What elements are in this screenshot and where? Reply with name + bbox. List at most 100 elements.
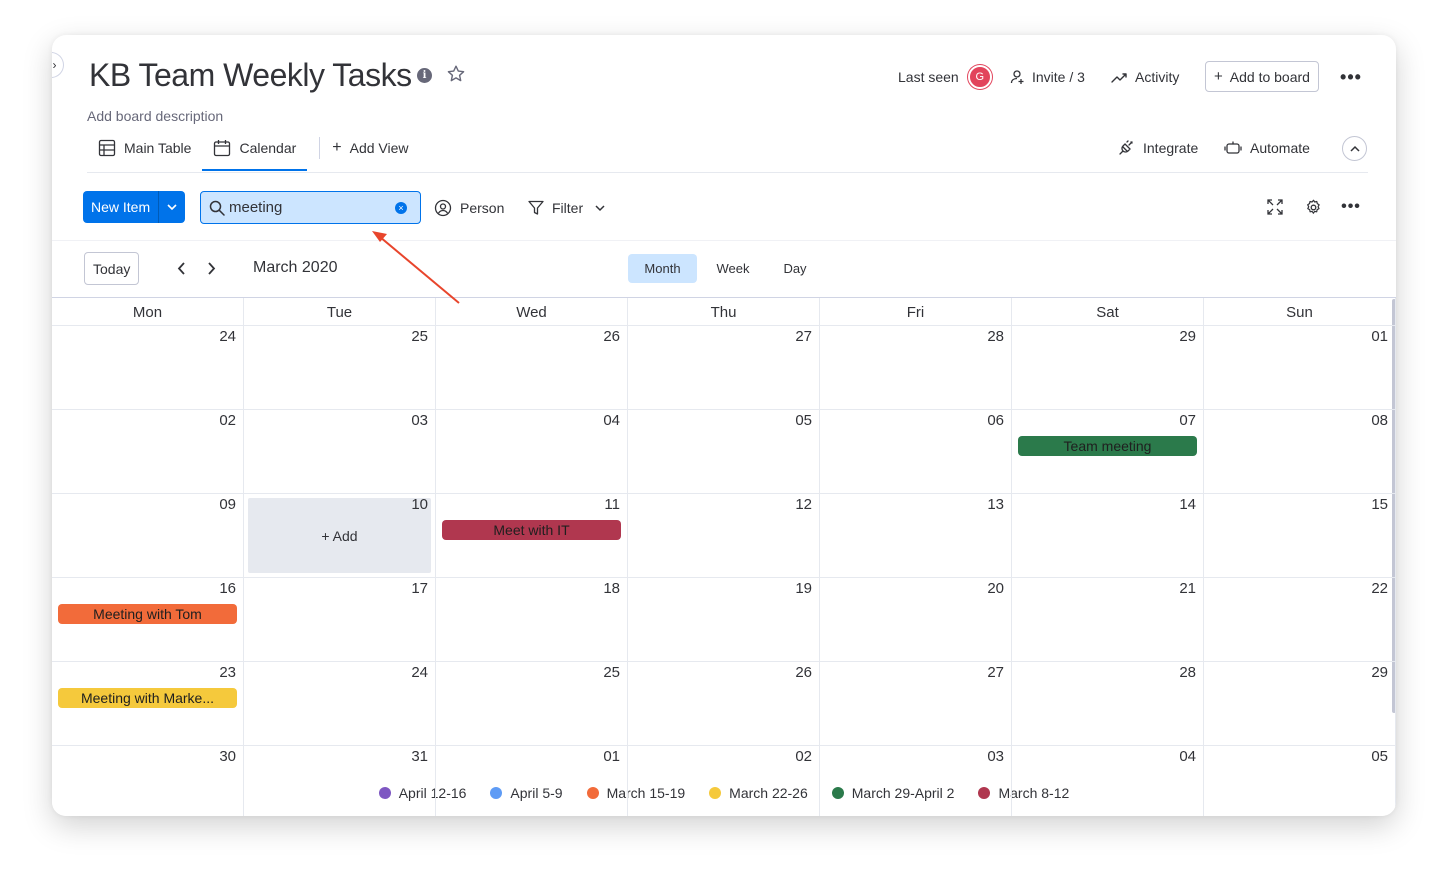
day-cell[interactable]: 18 xyxy=(436,578,628,662)
add-item-button[interactable]: + Add xyxy=(248,498,431,573)
integrate-icon xyxy=(1119,140,1133,155)
day-cell[interactable]: 01 xyxy=(436,746,628,816)
last-seen[interactable]: Last seen G xyxy=(898,61,992,93)
day-cell[interactable]: 15 xyxy=(1204,494,1396,578)
day-cell[interactable]: + Add 10 xyxy=(244,494,436,578)
day-cell[interactable]: 17 xyxy=(244,578,436,662)
new-item-button[interactable]: New Item xyxy=(83,191,186,223)
day-number: 12 xyxy=(795,496,812,513)
day-cell[interactable]: 22 xyxy=(1204,578,1396,662)
day-number: 08 xyxy=(1371,412,1388,429)
person-filter-button[interactable]: Person xyxy=(434,195,504,221)
day-cell[interactable]: 21 xyxy=(1012,578,1204,662)
weekday-header: Sat xyxy=(1012,298,1204,326)
day-cell[interactable]: 12 xyxy=(628,494,820,578)
invite-label: Invite / 3 xyxy=(1032,69,1085,85)
mode-week[interactable]: Week xyxy=(702,254,764,283)
day-cell[interactable]: 24 xyxy=(244,662,436,746)
search-field[interactable]: × xyxy=(200,191,421,224)
day-number: 27 xyxy=(795,328,812,345)
day-cell[interactable]: 05 xyxy=(628,410,820,494)
weekday-header: Wed xyxy=(436,298,628,326)
day-cell[interactable]: 29 xyxy=(1204,662,1396,746)
more-icon[interactable]: ••• xyxy=(1340,61,1362,93)
automate-label: Automate xyxy=(1250,140,1310,156)
day-cell[interactable]: 31 xyxy=(244,746,436,816)
day-number: 05 xyxy=(1371,748,1388,765)
sidebar-toggle[interactable]: › xyxy=(52,52,64,78)
activity-button[interactable]: Activity xyxy=(1111,61,1179,93)
mode-month[interactable]: Month xyxy=(628,254,697,283)
day-cell[interactable]: 09 xyxy=(52,494,244,578)
calendar-event[interactable]: Meet with IT xyxy=(442,520,621,540)
day-cell[interactable]: 23 Meeting with Marke... xyxy=(52,662,244,746)
invite-button[interactable]: Invite / 3 xyxy=(1010,61,1085,93)
day-cell[interactable]: 27 xyxy=(628,326,820,410)
day-cell[interactable]: 06 xyxy=(820,410,1012,494)
day-cell[interactable]: 25 xyxy=(436,662,628,746)
day-number: 30 xyxy=(219,748,236,765)
day-cell[interactable]: 30 xyxy=(52,746,244,816)
day-number: 04 xyxy=(1179,748,1196,765)
day-cell[interactable]: 04 xyxy=(436,410,628,494)
day-cell[interactable]: 26 xyxy=(436,326,628,410)
tab-calendar[interactable]: Calendar xyxy=(202,133,308,171)
day-cell[interactable]: 02 xyxy=(52,410,244,494)
tab-main-table[interactable]: Main Table xyxy=(87,133,202,163)
day-cell[interactable]: 14 xyxy=(1012,494,1204,578)
add-to-board-button[interactable]: + Add to board xyxy=(1205,61,1319,92)
day-number: 04 xyxy=(603,412,620,429)
day-cell[interactable]: 13 xyxy=(820,494,1012,578)
calendar-event[interactable]: Team meeting xyxy=(1018,436,1197,456)
filter-button[interactable]: Filter xyxy=(528,195,613,221)
integrate-button[interactable]: Integrate xyxy=(1117,135,1198,161)
day-cell[interactable]: 19 xyxy=(628,578,820,662)
day-cell[interactable]: 25 xyxy=(244,326,436,410)
day-cell[interactable]: 05 xyxy=(1204,746,1396,816)
day-cell[interactable]: 20 xyxy=(820,578,1012,662)
board-description[interactable]: Add board description xyxy=(87,108,223,124)
day-number: 02 xyxy=(795,748,812,765)
chevron-right-icon[interactable] xyxy=(204,260,220,276)
mode-day[interactable]: Day xyxy=(768,254,822,283)
day-cell[interactable]: 08 xyxy=(1204,410,1396,494)
day-number: 11 xyxy=(604,496,620,513)
day-cell[interactable]: 02 xyxy=(628,746,820,816)
add-view-button[interactable]: + Add View xyxy=(332,133,408,163)
day-cell[interactable]: 04 xyxy=(1012,746,1204,816)
weekday-header: Sun xyxy=(1204,298,1396,326)
day-cell[interactable]: 27 xyxy=(820,662,1012,746)
search-input[interactable] xyxy=(229,199,379,216)
day-cell[interactable]: 29 xyxy=(1012,326,1204,410)
board-title[interactable]: KB Team Weekly Tasks xyxy=(89,57,412,94)
gear-icon[interactable] xyxy=(1301,195,1325,219)
today-button[interactable]: Today xyxy=(84,252,140,285)
chevron-down-icon[interactable] xyxy=(595,204,605,212)
info-icon[interactable]: i xyxy=(417,68,432,83)
day-cell[interactable]: 11 Meet with IT xyxy=(436,494,628,578)
star-icon[interactable] xyxy=(446,64,466,84)
automate-button[interactable]: Automate xyxy=(1224,135,1310,161)
day-cell[interactable]: 07 Team meeting xyxy=(1012,410,1204,494)
new-item-label[interactable]: New Item xyxy=(83,191,159,223)
day-cell[interactable]: 26 xyxy=(628,662,820,746)
new-item-dropdown[interactable] xyxy=(158,191,186,223)
day-cell[interactable]: 03 xyxy=(244,410,436,494)
day-number: 24 xyxy=(219,328,236,345)
chevron-left-icon[interactable] xyxy=(173,260,189,276)
day-cell[interactable]: 24 xyxy=(52,326,244,410)
day-number: 09 xyxy=(219,496,236,513)
more-icon[interactable]: ••• xyxy=(1339,195,1363,219)
calendar-event[interactable]: Meeting with Tom xyxy=(58,604,237,624)
chevron-up-icon[interactable] xyxy=(1342,136,1367,161)
day-number: 07 xyxy=(1179,412,1196,429)
day-cell[interactable]: 28 xyxy=(1012,662,1204,746)
calendar-event[interactable]: Meeting with Marke... xyxy=(58,688,237,708)
day-cell[interactable]: 16 Meeting with Tom xyxy=(52,578,244,662)
day-cell[interactable]: 01 xyxy=(1204,326,1396,410)
day-cell[interactable]: 28 xyxy=(820,326,1012,410)
clear-icon[interactable]: × xyxy=(395,202,407,214)
day-cell[interactable]: 03 xyxy=(820,746,1012,816)
expand-icon[interactable] xyxy=(1263,195,1287,219)
plus-icon: + xyxy=(1214,68,1223,85)
